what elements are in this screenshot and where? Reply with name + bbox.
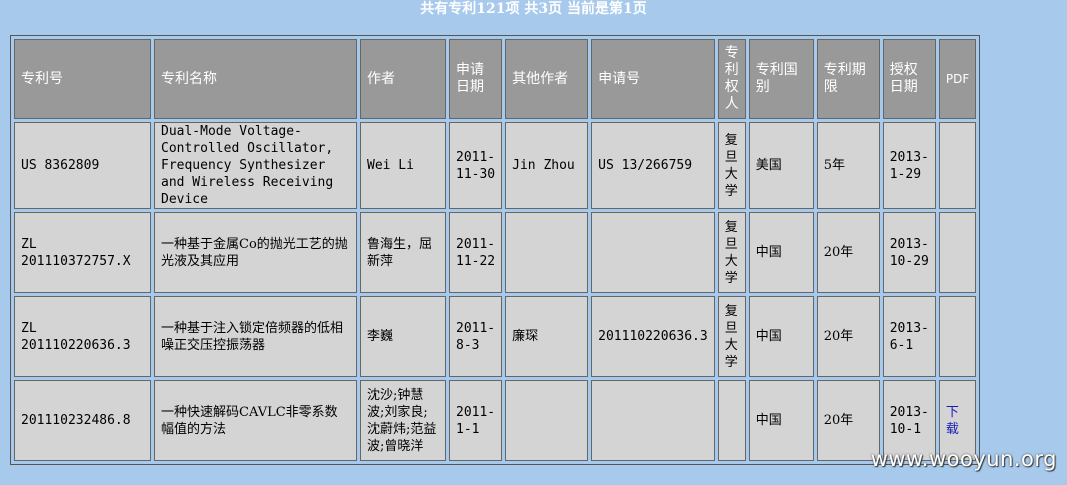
header-patent-no: 专利号 <box>14 39 151 119</box>
pagination-summary: 共有专利121项 共3页 当前是第1页 <box>420 1 647 17</box>
cell-patent-name: Dual-Mode Voltage-Controlled Oscillator,… <box>154 122 357 209</box>
header-author: 作者 <box>360 39 446 119</box>
cell-apply-no: US 13/266759 <box>591 122 715 209</box>
cell-pdf <box>938 122 977 209</box>
cell-patent-no: ZL 201110220636.3 <box>14 296 151 377</box>
pdf-download-link[interactable]: 下载 <box>946 405 959 437</box>
header-holder: 专利权人 <box>717 39 746 119</box>
cell-grant-date: 2013-1-29 <box>882 122 936 209</box>
header-patent-name: 专利名称 <box>154 39 357 119</box>
cell-country: 美国 <box>748 122 814 209</box>
table-row: 201110232486.8 一种快速解码CAVLC非零系数幅值的方法 沈沙;钟… <box>14 380 977 461</box>
table-row: ZL 201110372757.X 一种基于金属Co的抛光工艺的抛光液及其应用 … <box>14 212 977 293</box>
table-row: US 8362809 Dual-Mode Voltage-Controlled … <box>14 122 977 209</box>
cell-pdf <box>938 212 977 293</box>
cell-apply-date: 2011-8-3 <box>449 296 503 377</box>
cell-author: 沈沙;钟慧波;刘家良;沈蔚炜;范益波;曾晓洋 <box>360 380 446 461</box>
cell-author: 李巍 <box>360 296 446 377</box>
header-country: 专利国别 <box>748 39 814 119</box>
cell-apply-no <box>591 380 715 461</box>
cell-grant-date: 2013-6-1 <box>882 296 936 377</box>
cell-apply-no: 201110220636.3 <box>591 296 715 377</box>
header-pdf: PDF <box>938 39 977 119</box>
cell-patent-no: 201110232486.8 <box>14 380 151 461</box>
cell-term: 5年 <box>816 122 880 209</box>
cell-patent-no: ZL 201110372757.X <box>14 212 151 293</box>
table-row: ZL 201110220636.3 一种基于注入锁定倍频器的低相噪正交压控振荡器… <box>14 296 977 377</box>
cell-term: 20年 <box>816 212 880 293</box>
cell-country: 中国 <box>748 212 814 293</box>
cell-other-authors: 廉琛 <box>505 296 589 377</box>
cell-other-authors <box>505 212 589 293</box>
cell-apply-date: 2011-11-30 <box>449 122 503 209</box>
cell-holder: 复旦大学 <box>717 296 746 377</box>
header-other-authors: 其他作者 <box>505 39 589 119</box>
cell-term: 20年 <box>816 296 880 377</box>
cell-holder <box>717 380 746 461</box>
header-grant-date: 授权日期 <box>882 39 936 119</box>
table-header-row: 专利号 专利名称 作者 申请日期 其他作者 申请号 专利权人 专利国别 专利期限… <box>14 39 977 119</box>
cell-author: Wei Li <box>360 122 446 209</box>
header-apply-date: 申请日期 <box>449 39 503 119</box>
cell-apply-date: 2011-1-1 <box>449 380 503 461</box>
cell-patent-name: 一种基于注入锁定倍频器的低相噪正交压控振荡器 <box>154 296 357 377</box>
cell-patent-name: 一种基于金属Co的抛光工艺的抛光液及其应用 <box>154 212 357 293</box>
watermark: www.wooyun.org <box>870 447 1057 471</box>
cell-holder: 复旦大学 <box>717 212 746 293</box>
cell-country: 中国 <box>748 380 814 461</box>
cell-author: 鲁海生，屈新萍 <box>360 212 446 293</box>
patent-table: 专利号 专利名称 作者 申请日期 其他作者 申请号 专利权人 专利国别 专利期限… <box>10 35 981 465</box>
cell-apply-no <box>591 212 715 293</box>
header-term: 专利期限 <box>816 39 880 119</box>
cell-pdf <box>938 296 977 377</box>
cell-country: 中国 <box>748 296 814 377</box>
header-apply-no: 申请号 <box>591 39 715 119</box>
cell-other-authors: Jin Zhou <box>505 122 589 209</box>
cell-apply-date: 2011-11-22 <box>449 212 503 293</box>
cell-other-authors <box>505 380 589 461</box>
cell-holder: 复旦大学 <box>717 122 746 209</box>
cell-patent-no: US 8362809 <box>14 122 151 209</box>
cell-patent-name: 一种快速解码CAVLC非零系数幅值的方法 <box>154 380 357 461</box>
cell-grant-date: 2013-10-29 <box>882 212 936 293</box>
